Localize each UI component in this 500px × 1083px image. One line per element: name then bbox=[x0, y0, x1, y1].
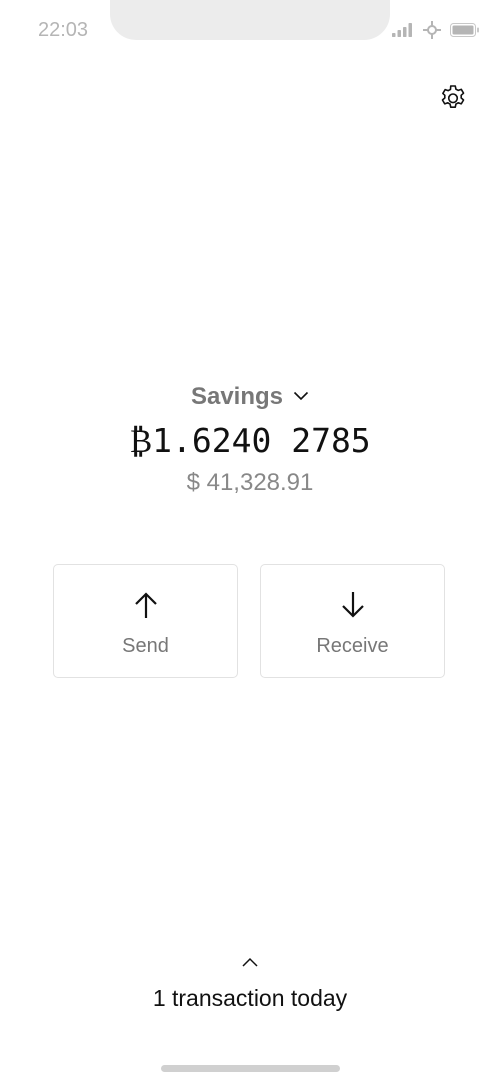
status-time: 22:03 bbox=[38, 19, 89, 41]
transactions-expand-button[interactable] bbox=[240, 955, 260, 969]
arrow-down-icon bbox=[340, 591, 366, 624]
chevron-up-icon bbox=[241, 955, 259, 969]
tor-network-icon bbox=[422, 20, 442, 40]
balance-usd: $ 41,328.91 bbox=[186, 469, 314, 496]
send-button[interactable]: Send bbox=[53, 564, 238, 678]
home-indicator[interactable] bbox=[161, 1065, 340, 1072]
status-bar: 22:03 bbox=[0, 0, 500, 60]
battery-icon bbox=[450, 23, 480, 37]
send-label: Send bbox=[122, 635, 169, 657]
gear-icon bbox=[437, 82, 469, 119]
balance-btc: ₿1.6240 2785 bbox=[129, 421, 371, 460]
chevron-down-icon bbox=[293, 388, 309, 406]
wallet-selector[interactable]: Savings bbox=[0, 383, 500, 411]
transactions-summary[interactable]: 1 transaction today bbox=[0, 985, 500, 1012]
receive-button[interactable]: Receive bbox=[260, 564, 445, 678]
arrow-up-icon bbox=[133, 591, 159, 624]
status-icons bbox=[392, 20, 480, 40]
device-notch bbox=[110, 0, 390, 40]
wallet-name: Savings bbox=[190, 383, 284, 410]
settings-button[interactable] bbox=[436, 83, 470, 117]
cellular-signal-icon bbox=[392, 23, 414, 37]
receive-label: Receive bbox=[316, 635, 389, 657]
